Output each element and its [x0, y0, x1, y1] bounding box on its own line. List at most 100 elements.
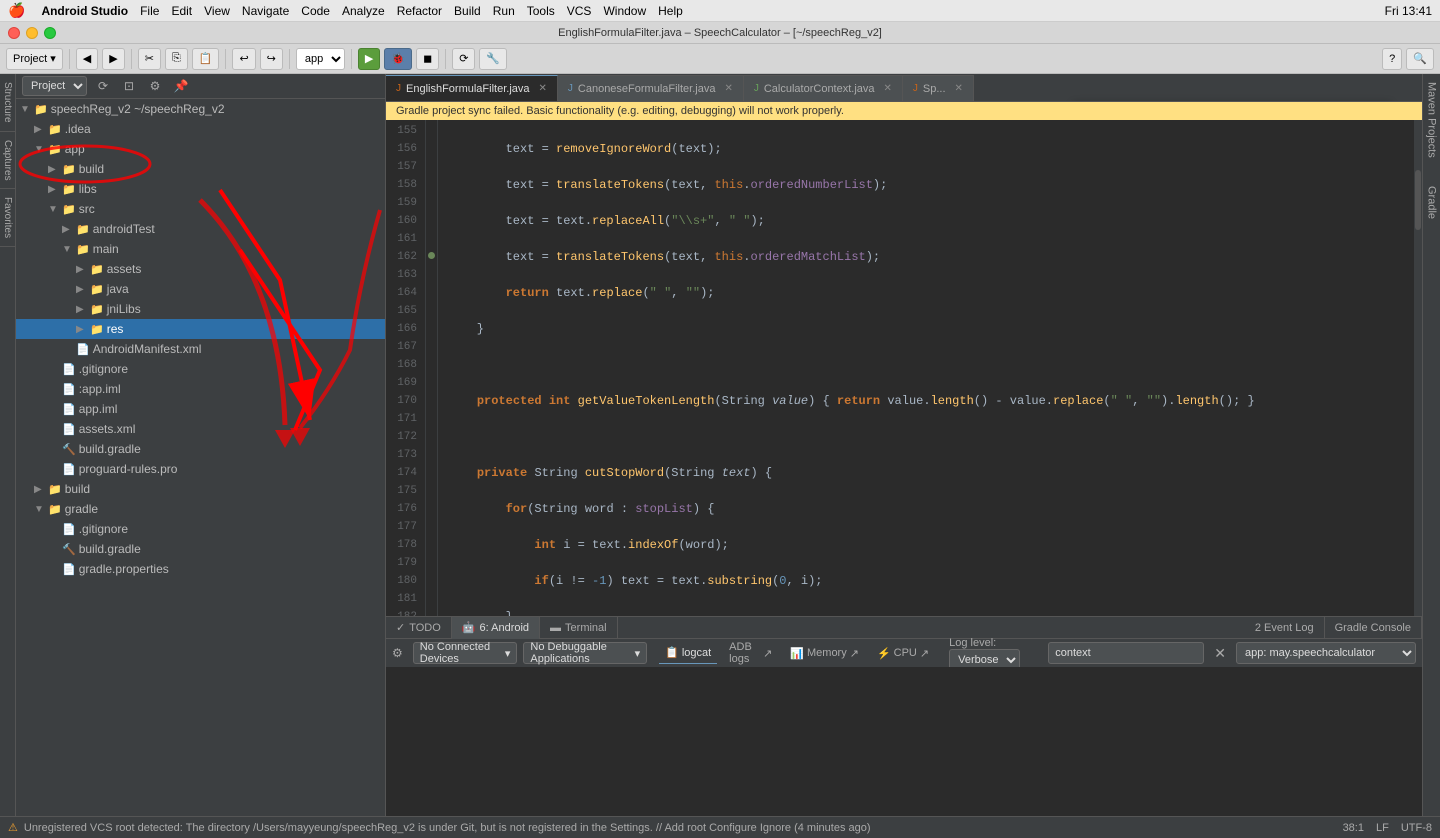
view-selector[interactable]: Project	[22, 76, 87, 96]
close-button[interactable]	[8, 27, 20, 39]
tree-item-app-iml-colon[interactable]: 📄 :app.iml	[16, 379, 385, 399]
tree-item-assets[interactable]: ▶ 📁 assets	[16, 259, 385, 279]
tree-item-libs[interactable]: ▶ 📁 libs	[16, 179, 385, 199]
android-tab[interactable]: 🤖 6: Android	[452, 617, 540, 639]
logcat-icon: 📋	[665, 646, 679, 659]
minimize-button[interactable]	[26, 27, 38, 39]
settings-icon-2[interactable]: ⚙	[392, 646, 403, 660]
tree-root[interactable]: ▼ 📁 speechReg_v2 ~/speechReg_v2	[16, 99, 385, 119]
copy-btn[interactable]: ⎘	[165, 48, 188, 70]
menu-help[interactable]: Help	[658, 4, 683, 18]
event-log-tab[interactable]: 2 Event Log	[1245, 617, 1325, 639]
menu-run[interactable]: Run	[493, 4, 515, 18]
search-btn[interactable]: 🔍	[1406, 48, 1434, 70]
tab-calc-context[interactable]: J CalculatorContext.java ✕	[744, 75, 903, 101]
tree-item-app-iml[interactable]: 📄 app.iml	[16, 399, 385, 419]
maven-projects-panel[interactable]: Maven Projects	[1424, 78, 1440, 162]
terminal-tab[interactable]: ▬ Terminal	[540, 617, 618, 639]
gradle-panel[interactable]: Gradle	[1424, 182, 1440, 223]
menu-window[interactable]: Window	[603, 4, 646, 18]
cut-btn[interactable]: ✂	[138, 48, 161, 70]
undo-btn[interactable]: ↩	[232, 48, 255, 70]
debug-button[interactable]: 🐞	[384, 48, 412, 70]
project-selector-btn[interactable]: Project ▾	[6, 48, 63, 70]
memory-arrow-icon: ↗	[850, 647, 859, 660]
menu-refactor[interactable]: Refactor	[397, 4, 442, 18]
menu-vcs[interactable]: VCS	[567, 4, 592, 18]
tab-close-icon2[interactable]: ✕	[724, 83, 732, 94]
cpu-tab[interactable]: ⚡ CPU ↗	[871, 642, 935, 664]
tree-item-gitignore-root[interactable]: 📄 .gitignore	[16, 519, 385, 539]
menu-navigate[interactable]: Navigate	[242, 4, 289, 18]
maximize-button[interactable]	[44, 27, 56, 39]
tree-item-build-gradle[interactable]: 🔨 build.gradle	[16, 439, 385, 459]
tab-english-formula[interactable]: J EnglishFormulaFilter.java ✕	[386, 75, 558, 101]
tab-sp[interactable]: J Sp... ✕	[903, 75, 974, 101]
tree-item-build[interactable]: ▶ 📁 build	[16, 159, 385, 179]
tab-canto-formula[interactable]: J CanoneseFormulaFilter.java ✕	[558, 75, 744, 101]
collapse-icon[interactable]: ⊡	[119, 76, 139, 96]
tree-item-res[interactable]: ▶ 📁 res	[16, 319, 385, 339]
menu-tools[interactable]: Tools	[527, 4, 555, 18]
device-selector[interactable]: No Connected Devices ▾	[413, 642, 518, 664]
settings-icon[interactable]: ⚙	[145, 76, 165, 96]
tree-item-main[interactable]: ▼ 📁 main	[16, 239, 385, 259]
scrollbar-thumb[interactable]	[1415, 170, 1421, 230]
traffic-lights	[8, 27, 56, 39]
app-filter-selector[interactable]: app: may.speechcalculator	[1236, 642, 1416, 664]
app-selector-bottom[interactable]: No Debuggable Applications ▾	[523, 642, 647, 664]
tab-close-icon3[interactable]: ✕	[884, 83, 892, 94]
help-btn[interactable]: ?	[1382, 48, 1402, 70]
forward-btn[interactable]: ▶	[102, 48, 124, 70]
tree-item-proguard[interactable]: 📄 proguard-rules.pro	[16, 459, 385, 479]
paste-btn[interactable]: 📋	[192, 48, 220, 70]
tree-item-src[interactable]: ▼ 📁 src	[16, 199, 385, 219]
scrollbar-v[interactable]	[1414, 120, 1422, 616]
menu-build[interactable]: Build	[454, 4, 481, 18]
clear-filter-icon[interactable]: ✕	[1214, 645, 1226, 662]
code-content[interactable]: text = removeIgnoreWord(text); text = tr…	[438, 120, 1414, 616]
adb-logs-tab[interactable]: ADB logs ↗	[723, 642, 778, 664]
logcat-tab[interactable]: 📋 logcat	[659, 642, 717, 664]
sync-icon[interactable]: ⟳	[93, 76, 113, 96]
tree-item-app[interactable]: ▼ 📁 app	[16, 139, 385, 159]
structure-tab[interactable]: Structure	[0, 74, 15, 132]
log-filter-input[interactable]	[1048, 642, 1204, 664]
gradle-sync-btn[interactable]: 🔧	[479, 48, 507, 70]
pin-icon[interactable]: 📌	[171, 76, 191, 96]
code-editor[interactable]: 155 156 157 158 159 160 161 162 163 164 …	[386, 120, 1422, 616]
tab-close-icon[interactable]: ✕	[539, 83, 547, 94]
menu-view[interactable]: View	[204, 4, 230, 18]
tree-item-gradle-props[interactable]: 📄 gradle.properties	[16, 559, 385, 579]
app-selector[interactable]: app	[296, 48, 345, 70]
tree-item-androidtest[interactable]: ▶ 📁 androidTest	[16, 219, 385, 239]
run-button[interactable]: ▶	[358, 48, 380, 70]
captures-tab[interactable]: Captures	[0, 132, 15, 190]
tab-close-icon4[interactable]: ✕	[955, 83, 963, 94]
menu-analyze[interactable]: Analyze	[342, 4, 385, 18]
tree-item-androidmanifest[interactable]: 📄 AndroidManifest.xml	[16, 339, 385, 359]
tree-item-jnilibs[interactable]: ▶ 📁 jniLibs	[16, 299, 385, 319]
redo-btn[interactable]: ↪	[260, 48, 283, 70]
tree-item-gradle-root[interactable]: ▼ 📁 gradle	[16, 499, 385, 519]
tree-item-idea[interactable]: ▶ 📁 .idea	[16, 119, 385, 139]
memory-icon: 📊	[790, 647, 804, 660]
gradle-console-tab[interactable]: Gradle Console	[1325, 617, 1422, 639]
menu-code[interactable]: Code	[301, 4, 330, 18]
back-btn[interactable]: ◀	[76, 48, 98, 70]
tree-item-gitignore-app[interactable]: 📄 .gitignore	[16, 359, 385, 379]
tree-item-assets-xml[interactable]: 📄 assets.xml	[16, 419, 385, 439]
menu-edit[interactable]: Edit	[171, 4, 192, 18]
project-tree: Project ⟳ ⊡ ⚙ 📌 ▼ 📁 speechReg_v2 ~/speec…	[16, 74, 386, 816]
log-content[interactable]	[386, 667, 1422, 816]
apple-menu[interactable]: 🍎	[8, 2, 25, 19]
memory-tab[interactable]: 📊 Memory ↗	[784, 642, 865, 664]
stop-button[interactable]: ◼	[416, 48, 439, 70]
tree-item-build-gradle-root[interactable]: 🔨 build.gradle	[16, 539, 385, 559]
tree-item-build-root[interactable]: ▶ 📁 build	[16, 479, 385, 499]
menu-file[interactable]: File	[140, 4, 159, 18]
sync-btn[interactable]: ⟳	[452, 48, 475, 70]
favorites-tab[interactable]: Favorites	[0, 189, 15, 247]
tree-item-java[interactable]: ▶ 📁 java	[16, 279, 385, 299]
todo-tab[interactable]: ✓ TODO	[386, 617, 452, 639]
